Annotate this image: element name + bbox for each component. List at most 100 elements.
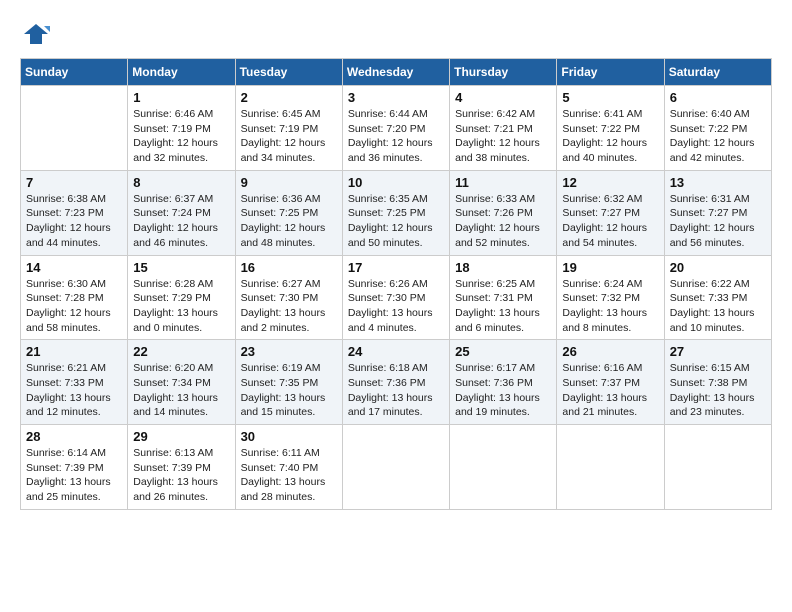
cell-info: Sunrise: 6:33 AMSunset: 7:26 PMDaylight:… [455, 192, 551, 251]
day-number: 22 [133, 344, 229, 359]
day-number: 2 [241, 90, 337, 105]
calendar-cell: 16Sunrise: 6:27 AMSunset: 7:30 PMDayligh… [235, 255, 342, 340]
calendar-cell: 25 Sunrise: 6:17 AMSunset: 7:36 PMDayligh… [450, 340, 557, 425]
calendar-cell: 15 Sunrise: 6:28 AMSunset: 7:29 PMDayligh… [128, 255, 235, 340]
day-number: 23 [241, 344, 337, 359]
day-number: 12 [562, 175, 658, 190]
logo-icon [22, 20, 50, 48]
weekday-header-row: SundayMondayTuesdayWednesdayThursdayFrid… [21, 59, 772, 86]
calendar-week-3: 14 Sunrise: 6:30 AMSunset: 7:28 PMDayligh… [21, 255, 772, 340]
calendar-cell: 9 Sunrise: 6:36 AMSunset: 7:25 PMDaylight… [235, 170, 342, 255]
cell-info: Sunrise: 6:37 AMSunset: 7:24 PMDaylight:… [133, 192, 229, 251]
calendar-cell [450, 425, 557, 510]
cell-info: Sunrise: 6:24 AMSunset: 7:32 PMDaylight:… [562, 277, 658, 336]
calendar-cell: 4 Sunrise: 6:42 AMSunset: 7:21 PMDaylight… [450, 86, 557, 171]
day-number: 10 [348, 175, 444, 190]
weekday-header-thursday: Thursday [450, 59, 557, 86]
day-number: 25 [455, 344, 551, 359]
calendar-week-1: 1 Sunrise: 6:46 AMSunset: 7:19 PMDaylight… [21, 86, 772, 171]
calendar-cell [21, 86, 128, 171]
cell-info: Sunrise: 6:22 AMSunset: 7:33 PMDaylight:… [670, 277, 766, 336]
cell-info: Sunrise: 6:41 AMSunset: 7:22 PMDaylight:… [562, 107, 658, 166]
calendar-cell: 2 Sunrise: 6:45 AMSunset: 7:19 PMDaylight… [235, 86, 342, 171]
calendar-week-4: 21Sunrise: 6:21 AMSunset: 7:33 PMDayligh… [21, 340, 772, 425]
day-number: 18 [455, 260, 551, 275]
calendar-header: SundayMondayTuesdayWednesdayThursdayFrid… [21, 59, 772, 86]
day-number: 30 [241, 429, 337, 444]
calendar-cell [664, 425, 771, 510]
calendar-cell [557, 425, 664, 510]
day-number: 26 [562, 344, 658, 359]
cell-info: Sunrise: 6:38 AMSunset: 7:23 PMDaylight:… [26, 192, 122, 251]
cell-info: Sunrise: 6:26 AMSunset: 7:30 PMDaylight:… [348, 277, 444, 336]
day-number: 20 [670, 260, 766, 275]
day-number: 4 [455, 90, 551, 105]
cell-info: Sunrise: 6:42 AMSunset: 7:21 PMDaylight:… [455, 107, 551, 166]
cell-info: Sunrise: 6:13 AMSunset: 7:39 PMDaylight:… [133, 446, 229, 505]
page-header [20, 20, 772, 48]
cell-info: Sunrise: 6:36 AMSunset: 7:25 PMDaylight:… [241, 192, 337, 251]
cell-info: Sunrise: 6:18 AMSunset: 7:36 PMDaylight:… [348, 361, 444, 420]
day-number: 14 [26, 260, 122, 275]
calendar-cell: 22Sunrise: 6:20 AMSunset: 7:34 PMDayligh… [128, 340, 235, 425]
cell-info: Sunrise: 6:45 AMSunset: 7:19 PMDaylight:… [241, 107, 337, 166]
day-number: 5 [562, 90, 658, 105]
calendar-cell: 24 Sunrise: 6:18 AMSunset: 7:36 PMDayligh… [342, 340, 449, 425]
day-number: 29 [133, 429, 229, 444]
cell-info: Sunrise: 6:14 AMSunset: 7:39 PMDaylight:… [26, 446, 122, 505]
day-number: 7 [26, 175, 122, 190]
day-number: 16 [241, 260, 337, 275]
cell-info: Sunrise: 6:31 AMSunset: 7:27 PMDaylight:… [670, 192, 766, 251]
calendar-cell: 20 Sunrise: 6:22 AMSunset: 7:33 PMDayligh… [664, 255, 771, 340]
weekday-header-wednesday: Wednesday [342, 59, 449, 86]
day-number: 27 [670, 344, 766, 359]
day-number: 13 [670, 175, 766, 190]
day-number: 11 [455, 175, 551, 190]
calendar-body: 1 Sunrise: 6:46 AMSunset: 7:19 PMDaylight… [21, 86, 772, 510]
day-number: 17 [348, 260, 444, 275]
calendar-cell: 19 Sunrise: 6:24 AMSunset: 7:32 PMDayligh… [557, 255, 664, 340]
calendar-cell: 8 Sunrise: 6:37 AMSunset: 7:24 PMDaylight… [128, 170, 235, 255]
cell-info: Sunrise: 6:15 AMSunset: 7:38 PMDaylight:… [670, 361, 766, 420]
cell-info: Sunrise: 6:30 AMSunset: 7:28 PMDaylight:… [26, 277, 122, 336]
calendar-cell: 26Sunrise: 6:16 AMSunset: 7:37 PMDayligh… [557, 340, 664, 425]
weekday-header-friday: Friday [557, 59, 664, 86]
cell-info: Sunrise: 6:28 AMSunset: 7:29 PMDaylight:… [133, 277, 229, 336]
calendar-cell: 28 Sunrise: 6:14 AMSunset: 7:39 PMDayligh… [21, 425, 128, 510]
calendar-cell: 13 Sunrise: 6:31 AMSunset: 7:27 PMDayligh… [664, 170, 771, 255]
weekday-header-tuesday: Tuesday [235, 59, 342, 86]
day-number: 3 [348, 90, 444, 105]
calendar-cell: 5 Sunrise: 6:41 AMSunset: 7:22 PMDaylight… [557, 86, 664, 171]
calendar-cell: 30 Sunrise: 6:11 AMSunset: 7:40 PMDayligh… [235, 425, 342, 510]
cell-info: Sunrise: 6:25 AMSunset: 7:31 PMDaylight:… [455, 277, 551, 336]
calendar-cell: 6 Sunrise: 6:40 AMSunset: 7:22 PMDaylight… [664, 86, 771, 171]
cell-info: Sunrise: 6:11 AMSunset: 7:40 PMDaylight:… [241, 446, 337, 505]
day-number: 6 [670, 90, 766, 105]
day-number: 28 [26, 429, 122, 444]
calendar-week-2: 7 Sunrise: 6:38 AMSunset: 7:23 PMDaylight… [21, 170, 772, 255]
cell-info: Sunrise: 6:21 AMSunset: 7:33 PMDaylight:… [26, 361, 122, 420]
day-number: 1 [133, 90, 229, 105]
cell-info: Sunrise: 6:40 AMSunset: 7:22 PMDaylight:… [670, 107, 766, 166]
cell-info: Sunrise: 6:32 AMSunset: 7:27 PMDaylight:… [562, 192, 658, 251]
calendar-cell: 10Sunrise: 6:35 AMSunset: 7:25 PMDayligh… [342, 170, 449, 255]
cell-info: Sunrise: 6:46 AMSunset: 7:19 PMDaylight:… [133, 107, 229, 166]
cell-info: Sunrise: 6:44 AMSunset: 7:20 PMDaylight:… [348, 107, 444, 166]
calendar-cell: 23Sunrise: 6:19 AMSunset: 7:35 PMDayligh… [235, 340, 342, 425]
calendar-cell: 11 Sunrise: 6:33 AMSunset: 7:26 PMDayligh… [450, 170, 557, 255]
calendar-cell: 17 Sunrise: 6:26 AMSunset: 7:30 PMDayligh… [342, 255, 449, 340]
day-number: 19 [562, 260, 658, 275]
day-number: 9 [241, 175, 337, 190]
day-number: 24 [348, 344, 444, 359]
weekday-header-monday: Monday [128, 59, 235, 86]
calendar-cell: 3 Sunrise: 6:44 AMSunset: 7:20 PMDaylight… [342, 86, 449, 171]
calendar-cell: 1 Sunrise: 6:46 AMSunset: 7:19 PMDaylight… [128, 86, 235, 171]
day-number: 8 [133, 175, 229, 190]
calendar-cell: 27 Sunrise: 6:15 AMSunset: 7:38 PMDayligh… [664, 340, 771, 425]
day-number: 15 [133, 260, 229, 275]
weekday-header-saturday: Saturday [664, 59, 771, 86]
cell-info: Sunrise: 6:17 AMSunset: 7:36 PMDaylight:… [455, 361, 551, 420]
calendar-table: SundayMondayTuesdayWednesdayThursdayFrid… [20, 58, 772, 510]
calendar-cell: 12 Sunrise: 6:32 AMSunset: 7:27 PMDayligh… [557, 170, 664, 255]
calendar-cell: 21Sunrise: 6:21 AMSunset: 7:33 PMDayligh… [21, 340, 128, 425]
